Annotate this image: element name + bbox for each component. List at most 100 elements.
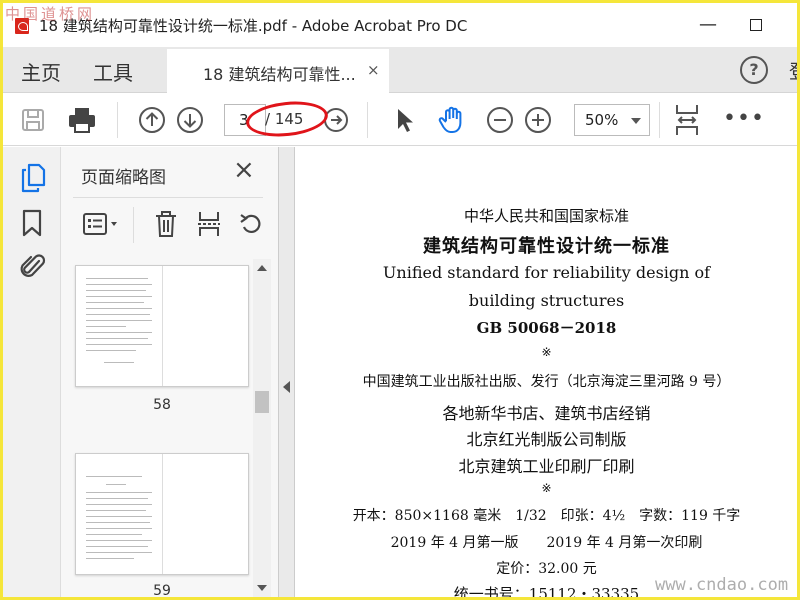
document-tab-label: 18 建筑结构可靠性... — [203, 65, 356, 84]
panel-collapse-handle[interactable] — [279, 147, 295, 597]
doc-edition: 2019 年 4 月第一版 2019 年 4 月第一次印刷 — [390, 535, 703, 551]
arrow-down-circle-icon — [177, 107, 203, 133]
minus-circle-icon — [487, 107, 513, 133]
maximize-button[interactable] — [741, 11, 771, 39]
thumb-text-line — [86, 296, 152, 297]
thumb-text-line — [86, 558, 134, 559]
doc-title-en-1: Unified standard for reliability design … — [382, 263, 711, 282]
thumb-text-line — [86, 338, 148, 339]
zoom-level-value: 50% — [585, 111, 619, 129]
delete-pages-button[interactable] — [153, 209, 181, 239]
scroll-down-icon[interactable] — [257, 585, 267, 591]
doc-separator: ※ — [541, 481, 552, 495]
window-title: 18 建筑结构可靠性设计统一标准.pdf - Adobe Acrobat Pro… — [39, 17, 468, 35]
minimize-button[interactable]: — — [693, 11, 723, 39]
thumb-text-line — [86, 332, 152, 333]
help-button[interactable]: ? — [740, 56, 768, 84]
doc-publisher: 中国建筑工业出版社出版、发行（北京海淀三里河路 9 号） — [362, 374, 731, 390]
thumb-text-line — [86, 302, 144, 303]
maximize-icon — [750, 19, 762, 31]
panel-close-button[interactable]: × — [233, 155, 255, 185]
next-page-button[interactable] — [175, 104, 205, 136]
thumbnail-page-58[interactable] — [75, 265, 249, 387]
thumb-text-line — [86, 476, 142, 477]
printer-icon — [69, 108, 95, 133]
toolbar-divider — [659, 102, 660, 138]
more-tools-button[interactable]: ••• — [723, 106, 765, 131]
crop-pages-button[interactable] — [195, 209, 223, 239]
rotate-pages-button[interactable] — [237, 209, 265, 239]
rotate-icon — [240, 214, 261, 234]
doc-distribution: 各地新华书店、建筑书店经销 — [442, 404, 651, 423]
thumb-text-line — [86, 344, 152, 345]
thumbnail-options-button[interactable] — [81, 209, 121, 239]
tab-close-button[interactable]: × — [367, 61, 380, 79]
panel-divider — [73, 197, 263, 198]
thumb-text-line — [86, 540, 152, 541]
minimize-icon: — — [699, 14, 717, 35]
options-menu-icon — [83, 213, 117, 235]
save-icon — [22, 109, 44, 131]
thumb-text-line — [86, 504, 152, 505]
select-tool-button[interactable] — [389, 104, 419, 136]
thumb-text-line — [86, 320, 152, 321]
hand-tool-button[interactable] — [435, 104, 469, 136]
cursor-arrow-icon — [398, 109, 413, 132]
title-bar: 18 建筑结构可靠性设计统一标准.pdf - Adobe Acrobat Pro… — [3, 3, 797, 47]
chevron-left-icon — [283, 381, 290, 393]
doc-printing: 北京建筑工业印刷厂印刷 — [458, 457, 635, 476]
fit-width-icon — [676, 105, 698, 135]
thumb-text-line — [86, 552, 152, 553]
panel-title: 页面缩略图 — [81, 168, 166, 188]
thumbnail-page-59[interactable] — [75, 453, 249, 575]
home-tab[interactable]: 主页 — [21, 57, 61, 86]
thumb-text-line — [106, 484, 126, 485]
left-rail — [3, 147, 61, 597]
zoom-in-button[interactable] — [523, 104, 553, 136]
attachments-rail-button[interactable] — [20, 251, 46, 279]
zoom-out-button[interactable] — [485, 104, 515, 136]
document-view[interactable]: 中华人民共和国国家标准 建筑结构可靠性设计统一标准 Unified standa… — [296, 147, 797, 597]
print-button[interactable] — [65, 104, 99, 136]
thumb-text-line — [86, 546, 148, 547]
zoom-level-select[interactable]: 50% — [574, 104, 650, 136]
thumb-text-line — [86, 492, 152, 493]
fit-page-button[interactable] — [671, 104, 703, 136]
save-button[interactable] — [17, 104, 49, 136]
bookmarks-rail-button[interactable] — [20, 209, 44, 237]
copy-pages-icon — [21, 163, 46, 193]
thumb-text-line — [86, 314, 150, 315]
previous-page-button[interactable] — [137, 104, 167, 136]
scroll-up-icon[interactable] — [257, 265, 267, 271]
doc-title-en-2: building structures — [468, 291, 625, 310]
doc-format-info: 开本：850×1168 毫米 1/32 印张：4½ 字数：119 千字 — [352, 508, 741, 524]
page-thumbnails-rail-button[interactable] — [20, 163, 46, 193]
page-split-icon — [198, 212, 220, 236]
toolbar: 3 / 145 50% ••• — [3, 94, 797, 146]
doc-platemaking: 北京红光制版公司制版 — [466, 430, 627, 449]
thumb-text-line — [86, 498, 148, 499]
thumbnail-page-58-label: 58 — [153, 397, 171, 413]
watermark-bottom-right: www.cndao.com — [655, 575, 789, 595]
hand-icon — [438, 106, 462, 133]
thumb-text-line — [86, 534, 142, 535]
sign-in-link[interactable]: 登 — [789, 57, 797, 84]
thumb-text-line — [86, 284, 152, 285]
thumb-text-line — [104, 362, 134, 363]
thumb-text-line — [86, 326, 126, 327]
arrow-up-circle-icon — [139, 107, 165, 133]
thumb-text-line — [86, 510, 146, 511]
thumb-text-line — [86, 290, 146, 291]
bookmark-icon — [22, 209, 42, 237]
paperclip-icon — [20, 254, 46, 277]
scrollbar-thumb[interactable] — [255, 391, 269, 413]
plus-circle-icon — [525, 107, 551, 133]
trash-icon — [156, 211, 176, 237]
thumb-text-line — [86, 308, 152, 309]
thumbnail-scrollbar[interactable] — [253, 259, 271, 597]
doc-title-cn: 建筑结构可靠性设计统一标准 — [423, 236, 670, 257]
page-fold — [162, 454, 163, 574]
document-tab[interactable]: 18 建筑结构可靠性... × — [167, 47, 389, 93]
tools-tab[interactable]: 工具 — [93, 57, 133, 86]
doc-standard-number: GB 50068－2018 — [476, 319, 617, 337]
